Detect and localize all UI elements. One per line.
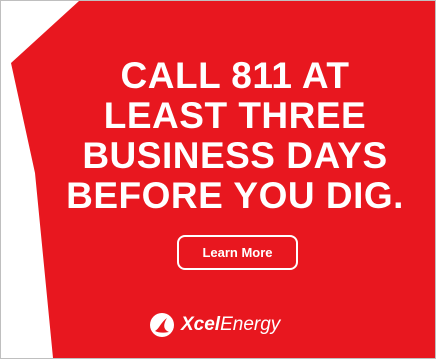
headline-line-1: CALL 811 AT xyxy=(120,55,350,96)
learn-more-button[interactable]: Learn More xyxy=(177,235,298,270)
headline: CALL 811 AT LEAST THREE BUSINESS DAYS BE… xyxy=(41,56,429,216)
brand-name: XcelEnergy xyxy=(181,314,280,336)
xcel-swoosh-icon xyxy=(150,313,174,337)
brand-name-light: Energy xyxy=(220,314,281,335)
headline-line-2: LEAST THREE xyxy=(103,95,367,136)
headline-line-4: BEFORE YOU DIG. xyxy=(66,175,404,216)
xcel-energy-logo: XcelEnergy xyxy=(149,311,280,339)
banner-ad[interactable]: CALL 811 AT LEAST THREE BUSINESS DAYS BE… xyxy=(0,0,436,359)
headline-line-3: BUSINESS DAYS xyxy=(82,135,388,176)
brand-name-bold: Xcel xyxy=(181,314,221,335)
